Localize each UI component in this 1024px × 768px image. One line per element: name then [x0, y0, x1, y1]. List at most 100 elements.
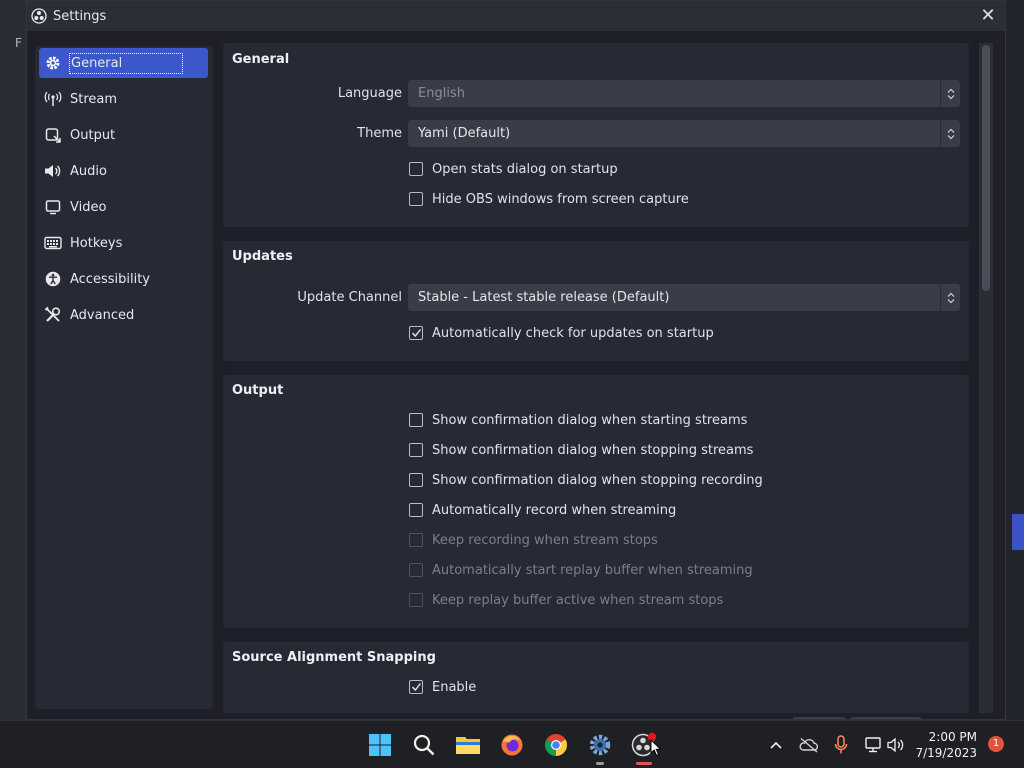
start-button[interactable] — [364, 729, 396, 761]
sidebar-item-label: General — [68, 52, 184, 74]
keep-replay-buffer-checkbox[interactable]: Keep replay buffer active when stream st… — [409, 591, 723, 609]
sidebar-item-stream[interactable]: Stream — [39, 84, 208, 114]
sidebar-item-label: Accessibility — [70, 271, 150, 287]
checkbox-box — [409, 413, 423, 427]
background-accent-block — [1012, 514, 1024, 550]
group-title: Source Alignment Snapping — [232, 650, 436, 665]
keep-recording-checkbox[interactable]: Keep recording when stream stops — [409, 531, 658, 549]
mouse-cursor-icon — [650, 739, 662, 757]
theme-select[interactable]: Yami (Default) — [408, 120, 960, 147]
language-select[interactable]: English — [408, 80, 960, 107]
confirm-start-stream-checkbox[interactable]: Show confirmation dialog when starting s… — [409, 411, 747, 429]
checkmark-icon — [411, 683, 421, 692]
accessibility-icon — [44, 270, 62, 288]
checkbox-box — [409, 533, 423, 547]
file-explorer-button[interactable] — [452, 729, 484, 761]
updown-arrows-icon — [940, 80, 960, 107]
sidebar-item-audio[interactable]: Audio — [39, 156, 208, 186]
volume-button[interactable] — [882, 729, 910, 761]
checkbox-label: Keep replay buffer active when stream st… — [432, 592, 724, 608]
cloud-offline-icon — [799, 737, 819, 753]
settings-sidebar: General Stream Output Audio Video Hotkey… — [35, 46, 213, 709]
checkbox-box — [409, 473, 423, 487]
update-channel-select[interactable]: Stable - Latest stable release (Default) — [408, 284, 960, 311]
auto-replay-buffer-checkbox[interactable]: Automatically start replay buffer when s… — [409, 561, 753, 579]
checkbox-label: Hide OBS windows from screen capture — [432, 191, 689, 207]
onedrive-button[interactable] — [794, 729, 824, 761]
sidebar-item-general[interactable]: General — [39, 48, 208, 78]
microphone-button[interactable] — [826, 729, 856, 761]
scrollbar-thumb[interactable] — [982, 45, 990, 291]
sidebar-item-label: Stream — [70, 91, 118, 107]
clock-time: 2:00 PM — [928, 730, 977, 744]
group-title: Updates — [232, 249, 293, 264]
sidebar-item-label: Video — [70, 199, 107, 215]
checkbox-label: Open stats dialog on startup — [432, 161, 618, 177]
auto-record-checkbox[interactable]: Automatically record when streaming — [409, 501, 676, 519]
sidebar-item-video[interactable]: Video — [39, 192, 208, 222]
windows-logo-icon — [369, 734, 391, 756]
chrome-button[interactable] — [540, 729, 572, 761]
group-output: Output Show confirmation dialog when sta… — [223, 375, 969, 628]
confirm-stop-stream-checkbox[interactable]: Show confirmation dialog when stopping s… — [409, 441, 753, 459]
broadcast-icon — [44, 90, 62, 108]
obs-logo-icon — [31, 8, 47, 24]
taskbar: 2:00 PM 7/19/2023 — [0, 720, 1024, 768]
checkmark-icon — [411, 329, 421, 338]
open-stats-checkbox[interactable]: Open stats dialog on startup — [409, 160, 618, 178]
sidebar-item-label: Output — [70, 127, 116, 143]
auto-check-updates-checkbox[interactable]: Automatically check for updates on start… — [409, 324, 714, 342]
checkbox-label: Automatically record when streaming — [432, 502, 677, 518]
close-button[interactable]: ✕ — [977, 6, 999, 26]
select-value: Stable - Latest stable release (Default) — [418, 290, 670, 305]
theme-label: Theme — [357, 126, 402, 141]
show-hidden-icons-button[interactable] — [761, 729, 791, 761]
firefox-button[interactable] — [496, 729, 528, 761]
content-scrollbar[interactable] — [979, 43, 993, 713]
chevron-up-icon — [770, 741, 782, 749]
sidebar-item-accessibility[interactable]: Accessibility — [39, 264, 208, 294]
clock-date: 7/19/2023 — [915, 746, 977, 760]
checkbox-box — [409, 162, 423, 176]
background-text: F — [15, 36, 22, 50]
group-general: General Language English Theme Yami (Def… — [223, 43, 969, 227]
checkbox-box — [409, 680, 423, 694]
checkbox-label: Show confirmation dialog when starting s… — [432, 412, 748, 428]
confirm-stop-recording-checkbox[interactable]: Show confirmation dialog when stopping r… — [409, 471, 763, 489]
group-title: Output — [232, 383, 284, 398]
checkbox-label: Automatically check for updates on start… — [432, 325, 714, 341]
firefox-icon — [501, 734, 523, 756]
group-updates: Updates Update Channel Stable - Latest s… — [223, 241, 969, 361]
sidebar-item-hotkeys[interactable]: Hotkeys — [39, 228, 208, 258]
active-indicator — [636, 762, 652, 765]
settings-gear-icon — [589, 734, 611, 756]
snapping-enable-checkbox[interactable]: Enable — [409, 678, 476, 696]
monitor-icon — [44, 198, 62, 216]
sidebar-item-advanced[interactable]: Advanced — [39, 300, 208, 330]
language-label: Language — [337, 86, 402, 101]
checkbox-label: Show confirmation dialog when stopping s… — [432, 442, 754, 458]
checkbox-box — [409, 503, 423, 517]
sidebar-item-output[interactable]: Output — [39, 120, 208, 150]
chrome-icon — [545, 734, 567, 756]
notification-badge[interactable]: 1 — [988, 736, 1004, 752]
settings-content: General Language English Theme Yami (Def… — [223, 43, 969, 713]
checkbox-label: Keep recording when stream stops — [432, 532, 658, 548]
checkbox-label: Show confirmation dialog when stopping r… — [432, 472, 763, 488]
checkbox-box — [409, 192, 423, 206]
search-button[interactable] — [408, 729, 440, 761]
speaker-icon — [44, 162, 62, 180]
search-icon — [413, 734, 435, 756]
sidebar-item-label: Hotkeys — [70, 235, 123, 251]
updown-arrows-icon — [940, 120, 960, 147]
checkbox-box — [409, 326, 423, 340]
sidebar-item-label: Audio — [70, 163, 107, 179]
settings-app-button[interactable] — [584, 729, 616, 761]
title-bar: Settings ✕ — [27, 1, 1005, 31]
system-clock[interactable]: 2:00 PM 7/19/2023 — [915, 729, 977, 761]
checkbox-label: Enable — [432, 679, 477, 695]
background-main-window-right — [1004, 0, 1024, 720]
hide-obs-checkbox[interactable]: Hide OBS windows from screen capture — [409, 190, 689, 208]
sidebar-item-label: Advanced — [70, 307, 135, 323]
gear-icon — [44, 54, 62, 72]
